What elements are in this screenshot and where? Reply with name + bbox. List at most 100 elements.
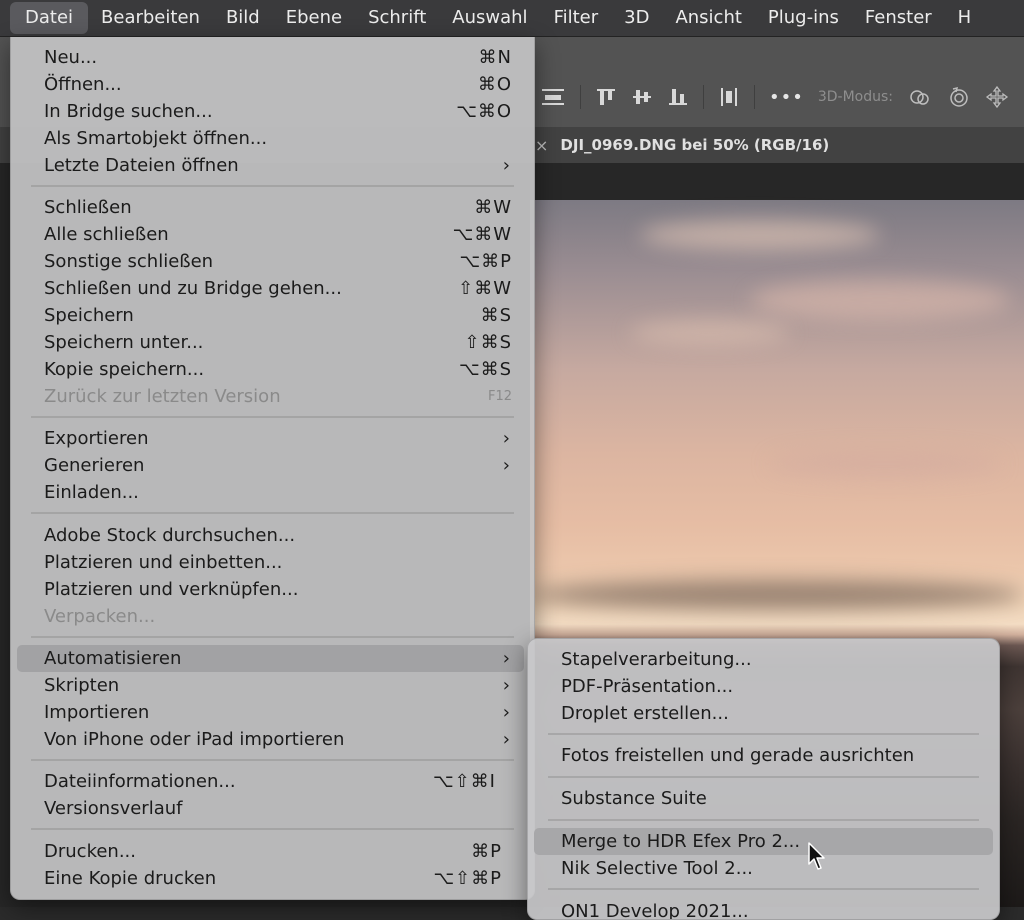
menu-item-speichern[interactable]: Speichern ⌘S — [11, 302, 534, 329]
menu-item-kopie-drucken[interactable]: Eine Kopie drucken ⌥⇧⌘P — [11, 865, 534, 892]
menu-item-label: Generieren — [44, 455, 145, 476]
submenu-arrow-icon: › — [502, 702, 510, 723]
menu-item-label: Als Smartobjekt öffnen... — [44, 128, 268, 149]
menu-bearbeiten[interactable]: Bearbeiten — [88, 2, 213, 34]
menu-plugins[interactable]: Plug-ins — [755, 2, 852, 34]
menu-item-label: Merge to HDR Efex Pro 2... — [561, 831, 801, 852]
menu-item-bridge-suchen[interactable]: In Bridge suchen... ⌥⌘O — [11, 98, 534, 125]
menu-item-drucken[interactable]: Drucken... ⌘P — [11, 838, 534, 865]
menu-item-label: Verpacken... — [44, 606, 156, 627]
menu-item-label: Droplet erstellen... — [561, 703, 729, 724]
menu-item-label: Platzieren und verknüpfen... — [44, 579, 299, 600]
menu-item-neu[interactable]: Neu... ⌘N — [11, 44, 534, 71]
shortcut-label: ⌥⌘S — [458, 359, 512, 380]
menu-item-label: Speichern — [44, 305, 134, 326]
menu-separator — [31, 636, 514, 638]
menu-item-skripten[interactable]: Skripten › — [11, 672, 534, 699]
menu-item-iphone-importieren[interactable]: Von iPhone oder iPad importieren › — [11, 726, 534, 753]
menu-schrift[interactable]: Schrift — [355, 2, 439, 34]
close-tab-icon[interactable]: × — [535, 136, 548, 155]
menu-separator — [548, 776, 979, 778]
align-horizontal-icon[interactable] — [540, 86, 566, 108]
menu-item-label: Adobe Stock durchsuchen... — [44, 525, 296, 546]
menu-3d[interactable]: 3D — [611, 2, 662, 34]
menu-datei[interactable]: Datei — [10, 2, 89, 34]
options-divider — [703, 85, 704, 109]
submenu-item-merge-hdr[interactable]: Merge to HDR Efex Pro 2... — [534, 828, 993, 855]
menu-item-importieren[interactable]: Importieren › — [11, 699, 534, 726]
shortcut-label: ⌘O — [477, 74, 512, 95]
menu-item-platzieren-verknuepfen[interactable]: Platzieren und verknüpfen... — [11, 576, 534, 603]
submenu-arrow-icon: › — [502, 648, 510, 669]
3d-mode-label: 3D-Modus: — [817, 89, 894, 105]
shortcut-label: ⌥⌘O — [456, 101, 512, 122]
menu-ebene[interactable]: Ebene — [273, 2, 355, 34]
document-tab[interactable]: × DJI_0969.DNG bei 50% (RGB/16) — [535, 127, 829, 163]
menu-item-smartobjekt[interactable]: Als Smartobjekt öffnen... — [11, 125, 534, 152]
automate-submenu: Stapelverarbeitung... PDF-Präsentation..… — [527, 638, 1000, 920]
menu-item-letzte-dateien[interactable]: Letzte Dateien öffnen › — [11, 152, 534, 179]
submenu-item-nik-selective[interactable]: Nik Selective Tool 2... — [528, 855, 999, 882]
shortcut-label: ⌘P — [471, 841, 502, 862]
submenu-item-droplet[interactable]: Droplet erstellen... — [528, 700, 999, 727]
menu-item-label: Zurück zur letzten Version — [44, 386, 281, 407]
menu-ansicht[interactable]: Ansicht — [662, 2, 754, 34]
mouse-pointer-icon — [808, 842, 828, 876]
menu-item-label: PDF-Präsentation... — [561, 676, 734, 697]
menu-item-label: Schließen — [44, 197, 132, 218]
menu-item-label: Sonstige schließen — [44, 251, 214, 272]
align-bottom-icon[interactable] — [667, 86, 689, 108]
3d-orbit-icon[interactable] — [907, 86, 933, 108]
shortcut-label: ⇧⌘S — [464, 332, 512, 353]
submenu-item-fotos-freistellen[interactable]: Fotos freistellen und gerade ausrichten — [528, 742, 999, 769]
submenu-item-on1-develop[interactable]: ON1 Develop 2021... — [528, 898, 999, 920]
menu-item-schliessen-bridge[interactable]: Schließen und zu Bridge gehen... ⇧⌘W — [11, 275, 534, 302]
menu-item-exportieren[interactable]: Exportieren › — [11, 425, 534, 452]
menu-item-einladen[interactable]: Einladen... — [11, 479, 534, 506]
submenu-item-stapelverarbeitung[interactable]: Stapelverarbeitung... — [528, 646, 999, 673]
shortcut-label: ⌘N — [478, 47, 512, 68]
menu-item-kopie-speichern[interactable]: Kopie speichern... ⌥⌘S — [11, 356, 534, 383]
shortcut-label: ⌥⌘W — [452, 224, 512, 245]
menu-item-label: Letzte Dateien öffnen — [44, 155, 239, 176]
menu-hilfe[interactable]: H — [945, 2, 985, 34]
menu-item-oeffnen[interactable]: Öffnen... ⌘O — [11, 71, 534, 98]
menu-item-label: Speichern unter... — [44, 332, 204, 353]
menu-item-label: Nik Selective Tool 2... — [561, 858, 753, 879]
menu-item-adobe-stock[interactable]: Adobe Stock durchsuchen... — [11, 522, 534, 549]
align-middle-icon[interactable] — [631, 86, 653, 108]
submenu-item-substance-suite[interactable]: Substance Suite — [528, 785, 999, 812]
menu-bild[interactable]: Bild — [213, 2, 273, 34]
menu-item-label: Eine Kopie drucken — [44, 868, 217, 889]
shortcut-label: ⌥⇧⌘I — [432, 771, 496, 792]
menu-separator — [31, 828, 514, 830]
distribute-icon[interactable] — [718, 86, 740, 108]
menu-item-letzte-version: Zurück zur letzten Version F12 — [11, 383, 534, 410]
3d-pan-icon[interactable] — [985, 85, 1009, 109]
menu-item-versionsverlauf[interactable]: Versionsverlauf — [11, 795, 534, 822]
menu-item-generieren[interactable]: Generieren › — [11, 452, 534, 479]
3d-rotate-icon[interactable] — [947, 85, 971, 109]
menu-item-label: Kopie speichern... — [44, 359, 205, 380]
align-top-icon[interactable] — [595, 86, 617, 108]
menu-auswahl[interactable]: Auswahl — [439, 2, 540, 34]
menu-fenster[interactable]: Fenster — [852, 2, 945, 34]
more-options-icon[interactable]: ••• — [769, 87, 804, 108]
shortcut-label: ⌘W — [474, 197, 512, 218]
submenu-item-pdf-praesentation[interactable]: PDF-Präsentation... — [528, 673, 999, 700]
menu-item-sonstige-schliessen[interactable]: Sonstige schließen ⌥⌘P — [11, 248, 534, 275]
menu-separator — [548, 733, 979, 735]
menu-item-dateiinformationen[interactable]: Dateiinformationen... ⌥⇧⌘I — [11, 768, 534, 795]
menu-item-label: Neu... — [44, 47, 98, 68]
menu-item-label: ON1 Develop 2021... — [561, 901, 749, 920]
options-bar-icons: ••• 3D-Modus: — [540, 84, 1009, 110]
menu-filter[interactable]: Filter — [541, 2, 612, 34]
menu-item-automatisieren[interactable]: Automatisieren › — [17, 645, 524, 672]
menu-item-platzieren-einbetten[interactable]: Platzieren und einbetten... — [11, 549, 534, 576]
menu-item-speichern-unter[interactable]: Speichern unter... ⇧⌘S — [11, 329, 534, 356]
menu-separator — [31, 416, 514, 418]
submenu-arrow-icon: › — [502, 155, 510, 176]
menu-item-alle-schliessen[interactable]: Alle schließen ⌥⌘W — [11, 221, 534, 248]
menu-item-label: Alle schließen — [44, 224, 169, 245]
menu-item-schliessen[interactable]: Schließen ⌘W — [11, 194, 534, 221]
